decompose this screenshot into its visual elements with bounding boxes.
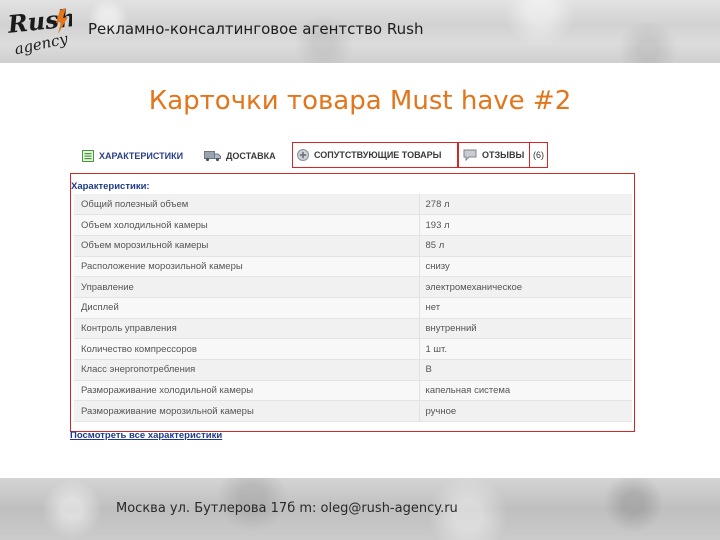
- plus-circle-icon: [297, 149, 309, 161]
- header-band: Rush agency Рекламно-консалтинговое аген…: [0, 0, 720, 63]
- spec-key: Объем морозильной камеры: [74, 235, 420, 257]
- spec-key: Контроль управления: [74, 318, 420, 340]
- table-row: Дисплей нет: [74, 297, 632, 319]
- characteristics-table: Общий полезный объем 278 л Объем холодил…: [74, 194, 632, 423]
- table-row: Размораживание морозильной камеры ручное: [74, 400, 632, 423]
- spec-key: Расположение морозильной камеры: [74, 256, 420, 278]
- table-row: Размораживание холодильной камеры капель…: [74, 380, 632, 402]
- spec-value: 85 л: [419, 235, 632, 257]
- rush-agency-logo: Rush agency: [6, 4, 72, 58]
- table-row: Общий полезный объем 278 л: [74, 194, 632, 216]
- tab-reviews[interactable]: ОТЗЫВЫ: [458, 142, 530, 168]
- spec-value: 278 л: [419, 194, 632, 216]
- tab-related-products[interactable]: СОПУТСТВУЮЩИЕ ТОВАРЫ: [292, 142, 458, 168]
- spec-value: 1 шт.: [419, 338, 632, 360]
- list-icon: [82, 150, 94, 162]
- spec-key: Общий полезный объем: [74, 194, 420, 216]
- spec-value: капельная система: [419, 380, 632, 402]
- spec-key: Дисплей: [74, 297, 420, 319]
- table-row: Количество компрессоров 1 шт.: [74, 338, 632, 360]
- spec-key: Количество компрессоров: [74, 338, 420, 360]
- table-row: Класс энергопотребления B: [74, 359, 632, 381]
- spec-key: Объем холодильной камеры: [74, 214, 420, 236]
- table-row: Управление электромеханическое: [74, 276, 632, 298]
- spec-value: электромеханическое: [419, 276, 632, 298]
- footer-band: Москва ул. Бутлерова 17б m: oleg@rush-ag…: [0, 478, 720, 540]
- reviews-count-badge: (6): [530, 142, 548, 168]
- table-row: Контроль управления внутренний: [74, 318, 632, 340]
- spec-value: нет: [419, 297, 632, 319]
- table-row: Объем холодильной камеры 193 л: [74, 214, 632, 236]
- view-all-characteristics-link[interactable]: Посмотреть все характеристики: [70, 430, 222, 441]
- comment-icon: [463, 149, 477, 161]
- slide-title: Карточки товара Must have #2: [148, 86, 572, 116]
- tab-delivery[interactable]: ДОСТАВКА: [204, 144, 276, 168]
- characteristics-panel: Характеристики: Общий полезный объем 278…: [70, 173, 635, 432]
- spec-key: Размораживание морозильной камеры: [74, 400, 420, 423]
- table-row: Объем морозильной камеры 85 л: [74, 235, 632, 257]
- spec-key: Класс энергопотребления: [74, 359, 420, 381]
- tab-characteristics-label: ХАРАКТЕРИСТИКИ: [99, 151, 184, 161]
- spec-key: Размораживание холодильной камеры: [74, 380, 420, 402]
- spec-value: B: [419, 359, 632, 381]
- header-title: Рекламно-консалтинговое агентство Rush: [88, 20, 424, 38]
- tab-related-label: СОПУТСТВУЮЩИЕ ТОВАРЫ: [314, 150, 442, 160]
- spec-value: внутренний: [419, 318, 632, 340]
- spec-value: снизу: [419, 256, 632, 278]
- table-row: Расположение морозильной камеры снизу: [74, 256, 632, 278]
- product-tabs: ХАРАКТЕРИСТИКИ ДОСТАВКА СОПУТСТВУЮЩИЕ ТО…: [78, 142, 578, 170]
- panel-title: Характеристики:: [71, 181, 150, 192]
- tab-reviews-label: ОТЗЫВЫ: [482, 150, 525, 160]
- tab-characteristics[interactable]: ХАРАКТЕРИСТИКИ: [82, 144, 183, 168]
- footer-contact: Москва ул. Бутлерова 17б m: oleg@rush-ag…: [116, 501, 458, 516]
- truck-icon: [204, 151, 221, 162]
- spec-key: Управление: [74, 276, 420, 298]
- tab-delivery-label: ДОСТАВКА: [226, 151, 276, 161]
- spec-value: 193 л: [419, 214, 632, 236]
- spec-value: ручное: [419, 400, 632, 423]
